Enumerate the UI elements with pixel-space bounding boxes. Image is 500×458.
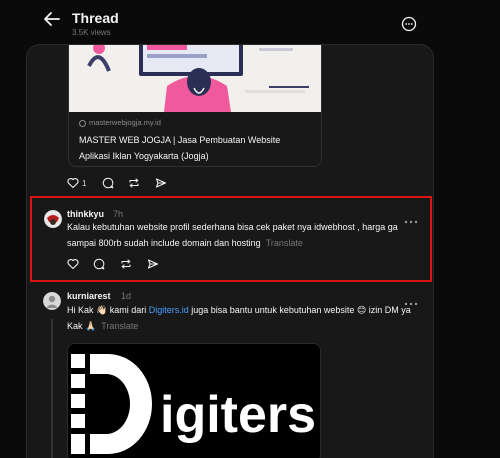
like-button[interactable]: 1 (67, 177, 86, 189)
timestamp[interactable]: 1d (121, 291, 131, 301)
share-button[interactable] (147, 258, 159, 270)
link-preview-card[interactable]: masterwebjogja.my.id MASTER WEB JOGJA | … (68, 45, 322, 167)
username[interactable]: thinkkyu (67, 209, 104, 219)
view-count: 3.5K views (72, 28, 111, 37)
thread-connector-line (51, 319, 53, 458)
post-text: Kalau kebutuhan website profil sederhana… (67, 222, 398, 248)
comment-icon (93, 258, 105, 270)
thread-header: Thread 3.5K views (0, 0, 500, 44)
post-actions (67, 258, 187, 272)
translate-link[interactable]: Translate (101, 321, 138, 331)
repost-button[interactable] (120, 258, 132, 270)
like-count: 1 (82, 178, 87, 188)
send-icon (155, 178, 167, 188)
page-title: Thread (72, 10, 119, 26)
post-actions: 1 (67, 177, 187, 191)
globe-icon (79, 119, 86, 127)
repost-icon (121, 259, 131, 269)
post-text: Hi Kak 👋🏻 kami dari Digiters.id juga bis… (67, 305, 411, 331)
post-more-icon[interactable] (404, 294, 418, 306)
post-more-icon[interactable] (404, 212, 418, 224)
avatar-kurniarest[interactable] (43, 292, 61, 310)
heart-icon (67, 259, 79, 270)
link-preview-image (69, 45, 321, 112)
timestamp[interactable]: 7h (113, 209, 123, 219)
reply-button[interactable] (102, 177, 114, 189)
link-domain: masterwebjogja.my.id (79, 118, 161, 127)
mention-link[interactable]: Digiters.id (149, 305, 189, 315)
logo-text: igiters (160, 386, 316, 444)
send-icon (147, 259, 159, 269)
username[interactable]: kurniarest (67, 291, 111, 301)
post-media-image[interactable]: igiters (67, 343, 321, 458)
back-arrow-icon[interactable] (42, 10, 62, 28)
heart-icon (67, 178, 79, 189)
more-options-icon[interactable] (401, 16, 417, 32)
repost-icon (129, 178, 139, 188)
share-button[interactable] (155, 177, 167, 189)
translate-link[interactable]: Translate (266, 238, 303, 248)
comment-icon (102, 177, 114, 189)
like-button[interactable] (67, 258, 79, 270)
reply-button[interactable] (93, 258, 105, 270)
link-title[interactable]: MASTER WEB JOGJA | Jasa Pembuatan Websit… (79, 132, 313, 164)
digiters-logo: igiters (68, 344, 320, 458)
avatar-thinkkyu[interactable] (44, 210, 62, 228)
repost-button[interactable] (128, 177, 140, 189)
